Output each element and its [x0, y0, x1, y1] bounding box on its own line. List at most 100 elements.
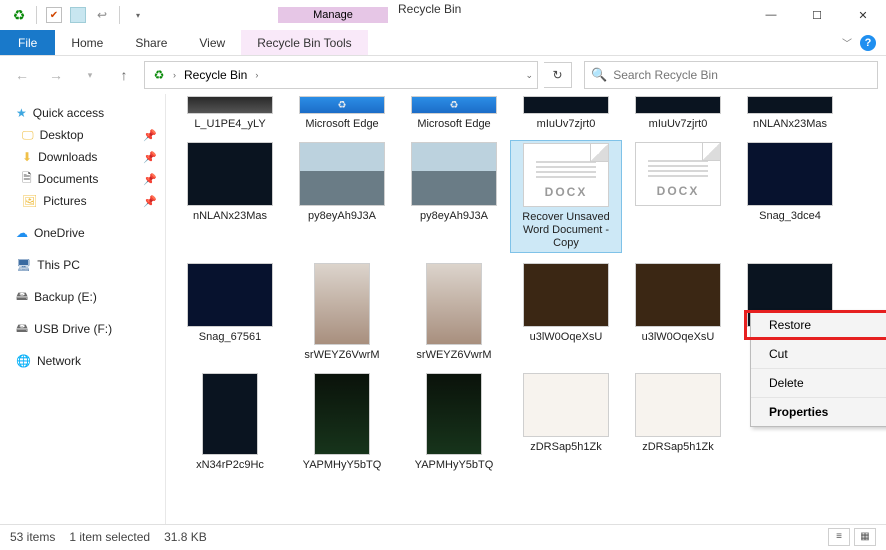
file-item[interactable]: nNLANx23Mas: [174, 140, 286, 253]
tab-recycle-bin-tools[interactable]: Recycle Bin Tools: [241, 30, 368, 55]
file-label: zDRSap5h1Zk: [530, 441, 602, 453]
file-item[interactable]: Snag_67561: [174, 261, 286, 363]
network-icon: 🌐: [16, 354, 31, 368]
status-count: 53 items: [10, 530, 55, 544]
back-button[interactable]: ←: [8, 61, 36, 89]
search-box[interactable]: 🔍: [584, 61, 878, 89]
forward-button[interactable]: →: [42, 61, 70, 89]
context-menu-delete[interactable]: Delete: [751, 369, 886, 398]
up-button[interactable]: ↑: [110, 61, 138, 89]
sidebar-item-downloads[interactable]: ⬇ Downloads 📌: [0, 146, 165, 168]
qat-newfolder-button[interactable]: [67, 4, 89, 26]
file-item[interactable]: YAPMHyY5bTQ: [286, 371, 398, 473]
file-label: Snag_3dce4: [759, 210, 821, 222]
file-thumbnail: DOCX: [635, 142, 721, 206]
drive-icon: 🖴: [16, 287, 28, 308]
file-item[interactable]: py8eyAh9J3A: [398, 140, 510, 253]
file-thumbnail: [299, 142, 385, 206]
file-item[interactable]: u3lW0OqeXsU: [622, 261, 734, 363]
address-bar[interactable]: ♻ › Recycle Bin › ⌄: [144, 61, 538, 89]
file-label: YAPMHyY5bTQ: [303, 459, 382, 471]
chevron-right-icon[interactable]: ›: [251, 70, 262, 80]
file-item[interactable]: L_U1PE4_yLY: [174, 94, 286, 132]
chevron-right-icon[interactable]: ›: [169, 70, 180, 80]
search-icon: 🔍: [591, 67, 607, 83]
sidebar-label: Downloads: [38, 150, 97, 164]
sidebar-label: Pictures: [43, 194, 86, 208]
details-view-button[interactable]: ≡: [828, 528, 850, 546]
file-item[interactable]: YAPMHyY5bTQ: [398, 371, 510, 473]
qat-undo-button[interactable]: ↩: [91, 4, 113, 26]
file-list-pane[interactable]: L_U1PE4_yLY ♻Microsoft Edge♻Microsoft Edg…: [166, 94, 886, 524]
search-input[interactable]: [607, 68, 871, 82]
context-menu: Restore Cut Delete Properties: [750, 310, 886, 427]
address-history-button[interactable]: ⌄: [525, 70, 533, 81]
file-item[interactable]: mIuUv7zjrt0: [622, 94, 734, 132]
status-size: 31.8 KB: [164, 530, 207, 544]
recent-locations-button[interactable]: ▾: [76, 61, 104, 89]
sidebar-item-backup-drive[interactable]: 🖴 Backup (E:): [0, 286, 165, 308]
file-label: Snag_67561: [199, 331, 261, 343]
minimize-button[interactable]: —: [748, 0, 794, 30]
window-controls: — ☐ ✕: [748, 0, 886, 30]
context-menu-cut[interactable]: Cut: [751, 340, 886, 369]
file-item[interactable]: nNLANx23Mas: [734, 94, 846, 132]
sidebar-label: USB Drive (F:): [34, 322, 112, 336]
file-item[interactable]: DOCX: [622, 140, 734, 253]
sidebar-item-usb-drive[interactable]: 🖴 USB Drive (F:): [0, 318, 165, 340]
tab-view[interactable]: View: [183, 30, 241, 55]
file-thumbnail: ♻: [411, 96, 497, 114]
file-thumbnail: ♻: [299, 96, 385, 114]
recycle-bin-icon[interactable]: ♻: [8, 4, 30, 26]
file-thumbnail: [314, 263, 370, 345]
file-item[interactable]: ♻Microsoft Edge: [286, 94, 398, 132]
file-item[interactable]: DOCXRecover Unsaved Word Document - Copy: [510, 140, 622, 253]
sidebar-item-documents[interactable]: 🗎 Documents 📌: [0, 168, 165, 190]
file-label: u3lW0OqeXsU: [530, 331, 603, 343]
sidebar-item-desktop[interactable]: 🖵 Desktop 📌: [0, 124, 165, 146]
title-bar: ♻ ✔ ↩ Manage Recycle Bin — ☐ ✕: [0, 0, 886, 30]
file-item[interactable]: zDRSap5h1Zk: [622, 371, 734, 473]
file-item[interactable]: u3lW0OqeXsU: [510, 261, 622, 363]
sidebar-item-network[interactable]: 🌐 Network: [0, 350, 165, 372]
file-thumbnail: [635, 373, 721, 437]
file-item[interactable]: xN34rP2c9Hc: [174, 371, 286, 473]
sidebar-item-pictures[interactable]: 🖼 Pictures 📌: [0, 190, 165, 212]
tab-share[interactable]: Share: [119, 30, 183, 55]
navigation-bar: ← → ▾ ↑ ♻ › Recycle Bin › ⌄ ↻ 🔍: [0, 56, 886, 94]
file-item[interactable]: mIuUv7zjrt0: [510, 94, 622, 132]
tab-home[interactable]: Home: [55, 30, 119, 55]
file-label: L_U1PE4_yLY: [194, 118, 265, 130]
qat-customize-button[interactable]: [126, 4, 148, 26]
context-menu-restore[interactable]: Restore: [751, 311, 886, 340]
file-label: u3lW0OqeXsU: [642, 331, 715, 343]
file-item[interactable]: py8eyAh9J3A: [286, 140, 398, 253]
file-tab[interactable]: File: [0, 30, 55, 55]
sidebar-label: Network: [37, 354, 81, 368]
help-icon[interactable]: ?: [860, 35, 876, 51]
sidebar-item-onedrive[interactable]: ☁ OneDrive: [0, 222, 165, 244]
context-menu-properties[interactable]: Properties: [751, 398, 886, 426]
ribbon-collapse-button[interactable]: ﹀: [842, 35, 852, 50]
file-item[interactable]: zDRSap5h1Zk: [510, 371, 622, 473]
address-path[interactable]: Recycle Bin: [180, 68, 251, 82]
file-item[interactable]: srWEYZ6VwrM: [286, 261, 398, 363]
picture-icon: 🖼: [22, 194, 37, 208]
maximize-button[interactable]: ☐: [794, 0, 840, 30]
sidebar-item-this-pc[interactable]: 🖥 This PC: [0, 254, 165, 276]
file-item[interactable]: Snag_3dce4: [734, 140, 846, 253]
file-item[interactable]: ♻Microsoft Edge: [398, 94, 510, 132]
refresh-button[interactable]: ↻: [544, 62, 572, 88]
file-item[interactable]: srWEYZ6VwrM: [398, 261, 510, 363]
sidebar-item-quick-access[interactable]: ★ Quick access: [0, 102, 165, 124]
drive-icon: 🖴: [16, 319, 28, 340]
pc-icon: 🖥: [16, 258, 31, 272]
close-button[interactable]: ✕: [840, 0, 886, 30]
sidebar-label: This PC: [37, 258, 80, 272]
file-label: mIuUv7zjrt0: [649, 118, 708, 130]
sidebar-label: Quick access: [33, 106, 104, 120]
icons-view-button[interactable]: ▦: [854, 528, 876, 546]
desktop-icon: 🖵: [22, 128, 34, 143]
file-label: xN34rP2c9Hc: [196, 459, 264, 471]
qat-properties-button[interactable]: ✔: [43, 4, 65, 26]
